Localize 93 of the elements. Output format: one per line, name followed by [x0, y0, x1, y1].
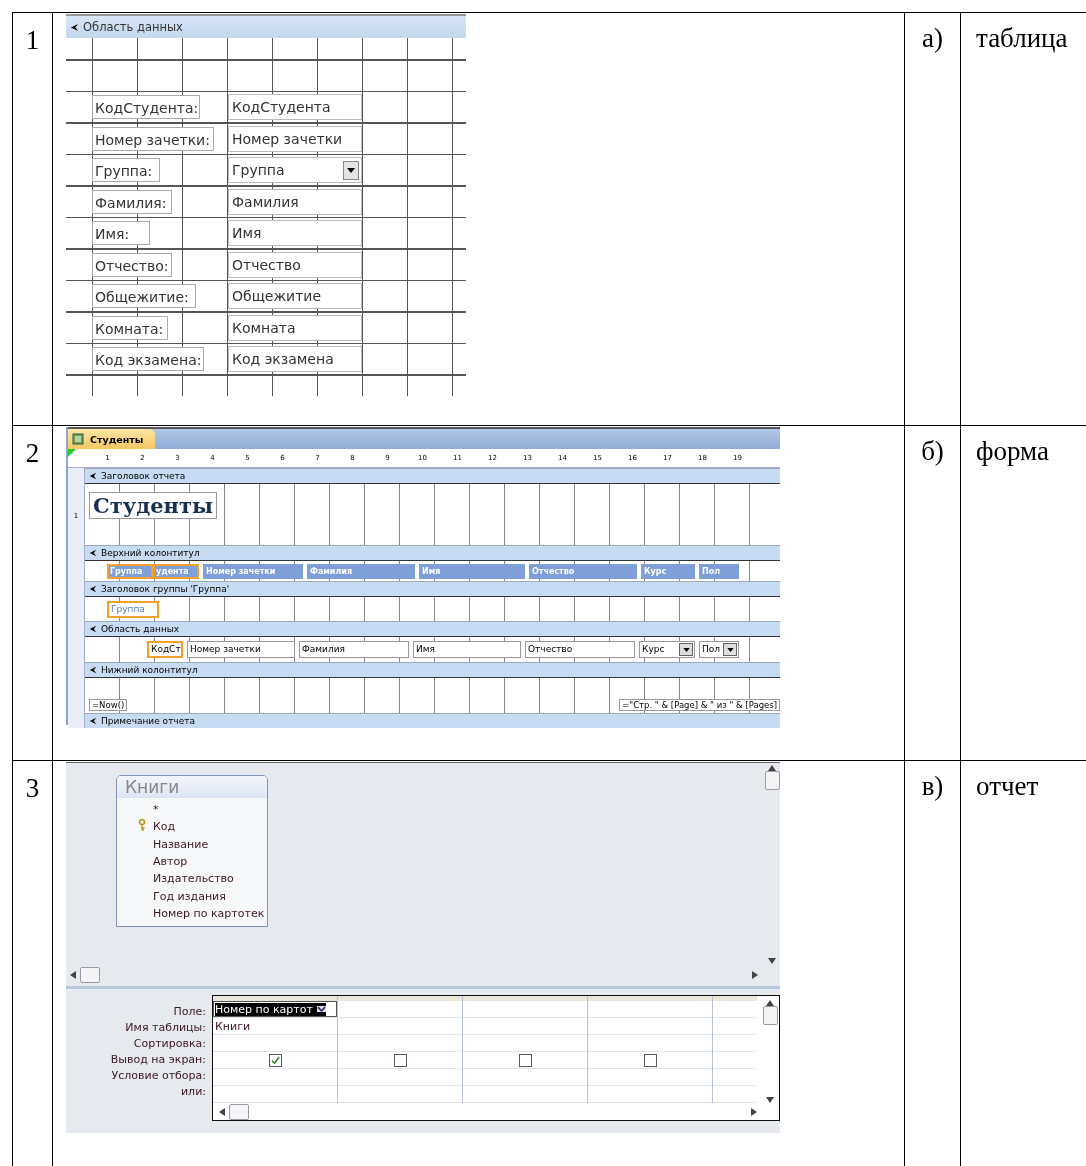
table-name: Книги — [215, 1019, 251, 1033]
vertical-scrollbar[interactable] — [764, 763, 780, 964]
section-arrow-icon — [89, 625, 97, 633]
section-arrow-icon — [89, 666, 97, 674]
dropdown-icon[interactable] — [343, 160, 359, 180]
text-box[interactable]: Пол — [699, 641, 739, 658]
checkbox[interactable] — [518, 1053, 532, 1067]
scroll-down-icon[interactable] — [768, 958, 776, 964]
scroll-down-icon[interactable] — [766, 1097, 774, 1103]
scroll-thumb[interactable] — [80, 967, 100, 983]
report-title[interactable]: Студенты — [89, 492, 217, 519]
scroll-left-icon[interactable] — [219, 1107, 225, 1116]
field-label: Отчество: — [92, 252, 172, 277]
text-box[interactable]: Отчество — [525, 641, 635, 658]
row-label: Сортировка: — [133, 1036, 206, 1052]
answer-word: отчет — [976, 771, 1039, 802]
section-title: Область данных — [101, 624, 180, 634]
field-label: Группа: — [92, 158, 160, 182]
text-box[interactable]: Имя — [228, 220, 362, 246]
text-box[interactable]: КодСт — [147, 641, 183, 658]
checkbox[interactable] — [268, 1053, 282, 1067]
dropdown-icon[interactable] — [679, 643, 693, 656]
scroll-right-icon[interactable] — [752, 971, 758, 979]
text-box[interactable]: Фамилия — [228, 188, 362, 215]
scroll-right-icon[interactable] — [751, 1107, 757, 1116]
text-box[interactable]: Фамилия — [299, 641, 409, 658]
section-title: Область данных — [83, 20, 183, 34]
field-label: Код экзамена: — [92, 347, 204, 371]
document-tab[interactable]: Студенты — [68, 429, 156, 449]
section-title: Примечание отчета — [101, 716, 195, 726]
answer-letter: а) — [922, 23, 943, 54]
table-name: Книги — [125, 777, 180, 797]
field-label: Комната: — [92, 315, 168, 340]
field-dropdown[interactable]: Номер по картот — [215, 1002, 326, 1016]
checkbox[interactable] — [643, 1053, 657, 1067]
section-arrow-icon — [70, 22, 79, 32]
text-box[interactable]: Общежитие — [228, 283, 362, 309]
report-icon — [72, 433, 84, 445]
section-arrow-icon — [89, 549, 97, 557]
text-box[interactable]: Группа — [228, 157, 362, 183]
page-expression-box[interactable]: ="Стр. " & [Page] & " из " & [Pages] — [619, 699, 780, 711]
field-name[interactable]: Год издания — [153, 889, 226, 903]
row-label: Условие отбора: — [111, 1068, 206, 1084]
scroll-thumb[interactable] — [229, 1103, 249, 1120]
field-label: Номер зачетки: — [92, 126, 214, 151]
group-text-box[interactable]: Группа — [107, 600, 159, 618]
row-number: 2 — [25, 438, 40, 469]
section-title: Заголовок отчета — [101, 471, 186, 481]
text-box[interactable]: Номер зачетки — [187, 641, 295, 658]
section-arrow-icon — [89, 717, 97, 725]
field-cell[interactable]: Номер по картот — [213, 1001, 337, 1018]
table-box[interactable]: Книги * Код Название Автор Издательство Год издания Номер по картотек — [116, 775, 268, 927]
section-title: Верхний колонтитул — [101, 548, 200, 558]
row-label: или: — [180, 1084, 206, 1100]
text-box[interactable]: Код экзамена — [228, 346, 362, 372]
field-label: КодСтудента: — [92, 95, 200, 119]
text-box[interactable]: Комната — [228, 314, 362, 341]
corner-marker-icon — [68, 449, 76, 457]
scroll-thumb[interactable] — [762, 1006, 778, 1025]
row-label: Имя таблицы: — [125, 1020, 206, 1036]
row-number: 3 — [25, 773, 40, 804]
chevron-icon — [316, 1006, 326, 1012]
answer-word: таблица — [976, 23, 1068, 54]
field-name[interactable]: Название — [153, 837, 209, 851]
field-label: Фамилия: — [92, 189, 172, 214]
text-box[interactable]: Номер зачетки — [228, 125, 362, 152]
text-box[interactable]: Курс — [639, 641, 695, 658]
row-number: 1 — [25, 25, 40, 56]
field-label: Общежитие: — [92, 284, 196, 308]
section-title: Заголовок группы 'Группа' — [101, 584, 230, 594]
scroll-thumb[interactable] — [764, 771, 780, 790]
answer-letter: в) — [921, 771, 944, 802]
row-label: Вывод на экран: — [110, 1052, 206, 1068]
field-name[interactable]: * — [153, 803, 159, 817]
key-icon — [138, 819, 146, 832]
field-name[interactable]: Номер по картотек — [153, 906, 265, 920]
field-name[interactable]: Код — [153, 820, 176, 834]
field-label: Имя: — [92, 221, 150, 245]
answer-letter: б) — [921, 436, 944, 467]
scroll-left-icon[interactable] — [70, 971, 76, 979]
text-box[interactable]: КодСтудента — [228, 94, 362, 120]
text-box[interactable]: Имя — [413, 641, 521, 658]
section-arrow-icon — [89, 585, 97, 593]
section-title: Нижний колонтитул — [101, 665, 198, 675]
row-label: Поле: — [173, 1004, 206, 1020]
field-name[interactable]: Автор — [153, 855, 188, 869]
dropdown-icon[interactable] — [723, 643, 737, 656]
answer-word: форма — [976, 436, 1049, 467]
section-arrow-icon — [89, 472, 97, 480]
checkbox[interactable] — [393, 1053, 407, 1067]
field-name[interactable]: Издательство — [153, 872, 234, 886]
text-box[interactable]: Отчество — [228, 251, 362, 278]
date-expression-box[interactable]: =Now() — [89, 699, 128, 711]
